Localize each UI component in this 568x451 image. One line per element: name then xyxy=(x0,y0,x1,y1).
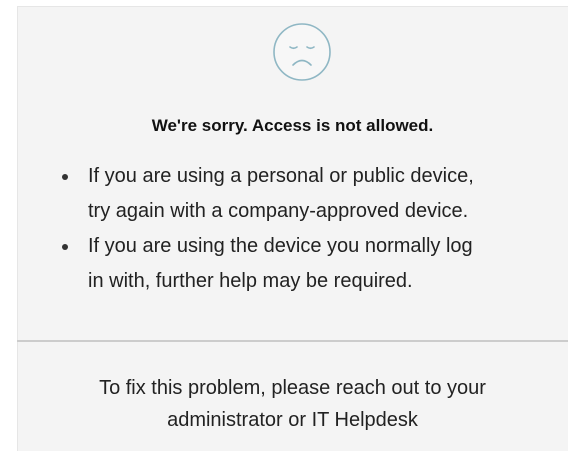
guidance-list: If you are using a personal or public de… xyxy=(62,159,562,299)
bullet-icon xyxy=(62,174,68,180)
sad-face-icon xyxy=(273,23,331,81)
bullet-icon xyxy=(62,244,68,250)
list-item-line: try again with a company-approved device… xyxy=(88,200,469,222)
list-item-line: If you are using a personal or public de… xyxy=(88,165,474,187)
error-heading: We're sorry. Access is not allowed. xyxy=(151,116,434,135)
list-item-line: If you are using the device you normally… xyxy=(88,235,473,257)
list-item-line: in with, further help may be required. xyxy=(88,270,413,292)
help-line: To fix this problem, please reach out to… xyxy=(99,377,486,399)
list-item: If you are using a personal or public de… xyxy=(62,159,562,229)
help-line: administrator or IT Helpdesk xyxy=(167,409,418,431)
list-item: If you are using the device you normally… xyxy=(62,229,562,299)
help-instructions: To fix this problem, please reach out to… xyxy=(17,372,568,436)
